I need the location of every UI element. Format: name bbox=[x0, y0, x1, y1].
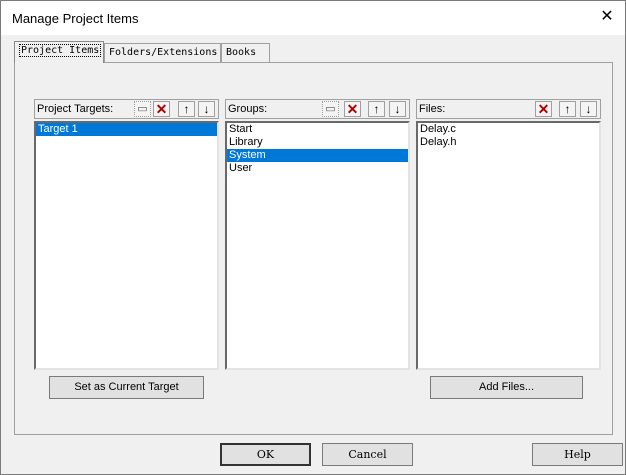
list-item[interactable]: Delay.h bbox=[418, 136, 599, 149]
tab-project-items[interactable]: Project Items bbox=[14, 41, 104, 63]
title-bar: Manage Project Items ✕ bbox=[1, 1, 625, 35]
move-up-file-icon[interactable]: ↑ bbox=[559, 101, 576, 117]
targets-list[interactable]: Target 1 bbox=[34, 121, 219, 370]
move-up-group-icon[interactable]: ↑ bbox=[368, 101, 385, 117]
files-header: Files: ✕ ↑ ↓ bbox=[416, 99, 601, 119]
move-down-file-icon[interactable]: ↓ bbox=[580, 101, 597, 117]
dialog-window: Manage Project Items ✕ Project Items Fol… bbox=[0, 0, 626, 475]
move-down-group-icon[interactable]: ↓ bbox=[389, 101, 406, 117]
targets-label: Project Targets: bbox=[37, 103, 114, 115]
list-item[interactable]: User bbox=[227, 162, 408, 175]
list-item[interactable]: Delay.c bbox=[418, 123, 599, 136]
new-target-icon[interactable]: ▭ bbox=[134, 101, 151, 117]
delete-file-icon[interactable]: ✕ bbox=[535, 101, 552, 117]
close-icon[interactable]: ✕ bbox=[597, 7, 617, 27]
list-item[interactable]: Start bbox=[227, 123, 408, 136]
tab-folders-extensions[interactable]: Folders/Extensions bbox=[104, 43, 221, 62]
help-button[interactable]: Help bbox=[532, 443, 623, 466]
ok-button[interactable]: OK bbox=[220, 443, 311, 466]
delete-group-icon[interactable]: ✕ bbox=[344, 101, 361, 117]
files-label: Files: bbox=[419, 103, 446, 115]
dialog-title: Manage Project Items bbox=[12, 11, 139, 26]
cancel-button[interactable]: Cancel bbox=[322, 443, 413, 466]
targets-header: Project Targets: ▭ ✕ ↑ ↓ bbox=[34, 99, 219, 119]
groups-list[interactable]: Start Library System User bbox=[225, 121, 410, 370]
list-item[interactable]: Library bbox=[227, 136, 408, 149]
tab-label: Folders/Extensions bbox=[109, 47, 218, 58]
tab-books[interactable]: Books bbox=[221, 43, 270, 62]
groups-label: Groups: bbox=[228, 103, 268, 115]
list-item[interactable]: System bbox=[227, 149, 408, 162]
add-files-button[interactable]: Add Files... bbox=[430, 376, 583, 399]
move-up-target-icon[interactable]: ↑ bbox=[178, 101, 195, 117]
delete-target-icon[interactable]: ✕ bbox=[153, 101, 170, 117]
groups-header: Groups: ▭ ✕ ↑ ↓ bbox=[225, 99, 410, 119]
tab-label: Books bbox=[226, 47, 257, 58]
tab-label: Project Items bbox=[19, 44, 102, 57]
move-down-target-icon[interactable]: ↓ bbox=[198, 101, 215, 117]
files-list[interactable]: Delay.c Delay.h bbox=[416, 121, 601, 370]
set-current-target-button[interactable]: Set as Current Target bbox=[49, 376, 204, 399]
list-item[interactable]: Target 1 bbox=[36, 123, 217, 136]
new-group-icon[interactable]: ▭ bbox=[322, 101, 339, 117]
